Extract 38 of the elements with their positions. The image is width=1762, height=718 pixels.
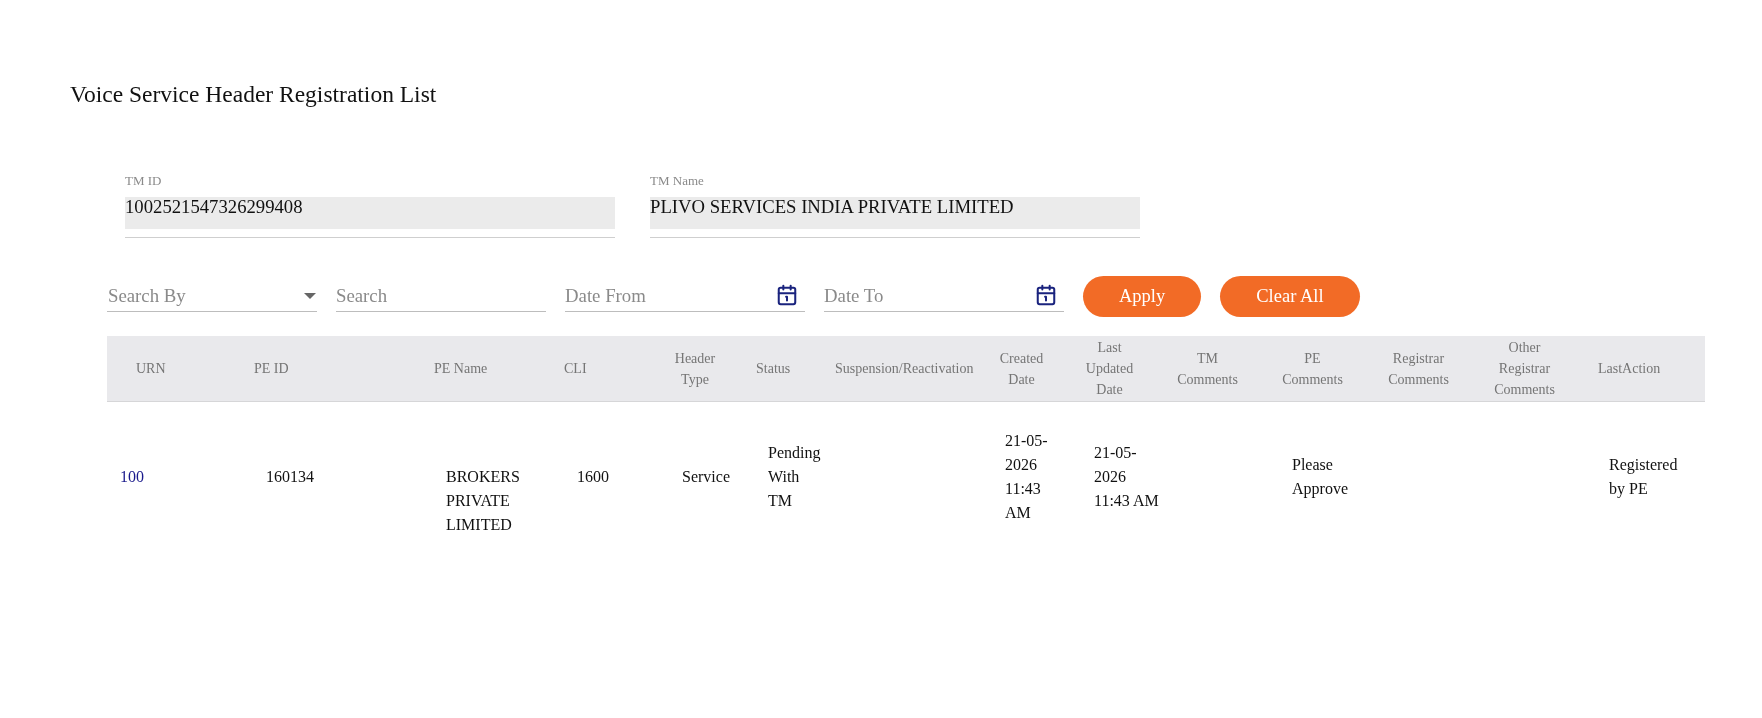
clear-all-button[interactable]: Clear All	[1220, 276, 1360, 317]
page-title: Voice Service Header Registration List	[70, 80, 437, 109]
read-only-field: 1002521547326299408	[125, 197, 615, 238]
caret-icon	[304, 293, 316, 299]
search-field[interactable]: Search	[336, 281, 546, 312]
table-cell-text: Please Approve	[1292, 455, 1349, 500]
table-cell-text: 21-05-2026 11:43 AM	[1005, 431, 1049, 523]
table-cell-text: Service	[682, 467, 730, 487]
column-header: TM Comments	[1176, 349, 1239, 389]
table-cell-text: Registered by PE	[1609, 455, 1679, 500]
read-only-field: PLIVO SERVICES INDIA PRIVATE LIMITED	[650, 197, 1140, 238]
column-header: PE Comments	[1281, 349, 1344, 389]
calendar-icon[interactable]	[1035, 283, 1057, 306]
column-header: Registrar Comments	[1387, 349, 1450, 389]
column-header: Header Type	[673, 349, 717, 389]
column-header: Last Updated Date	[1084, 339, 1135, 399]
field-label: TM Name	[650, 173, 704, 189]
column-header: Other Registrar Comments	[1493, 339, 1556, 399]
field-label: TM ID	[125, 173, 162, 189]
column-header: URN	[136, 360, 166, 378]
table-cell-text: BROKERS PRIVATE LIMITED	[446, 467, 521, 535]
date-field[interactable]: Date From	[565, 281, 805, 312]
column-header: LastAction	[1598, 360, 1661, 378]
table-cell-text: Pending With TM	[768, 443, 822, 511]
column-header: CLI	[564, 360, 587, 378]
column-header: Created Date	[998, 349, 1045, 389]
apply-button[interactable]: Apply	[1083, 276, 1202, 317]
table-cell-text: 21-05-2026 11:43 AM	[1094, 443, 1160, 511]
column-header: PE Name	[434, 360, 488, 378]
table-cell-text: 160134	[266, 467, 314, 487]
table-cell-text: 1600	[577, 467, 609, 487]
column-header: Status	[756, 360, 791, 378]
dropdown[interactable]: Search By	[107, 281, 317, 312]
column-header: Suspension/Reactivation	[835, 360, 974, 378]
column-header: PE ID	[254, 360, 289, 378]
date-field[interactable]: Date To	[824, 281, 1064, 312]
urn-link[interactable]: 100	[120, 465, 144, 489]
calendar-icon[interactable]	[776, 283, 798, 306]
